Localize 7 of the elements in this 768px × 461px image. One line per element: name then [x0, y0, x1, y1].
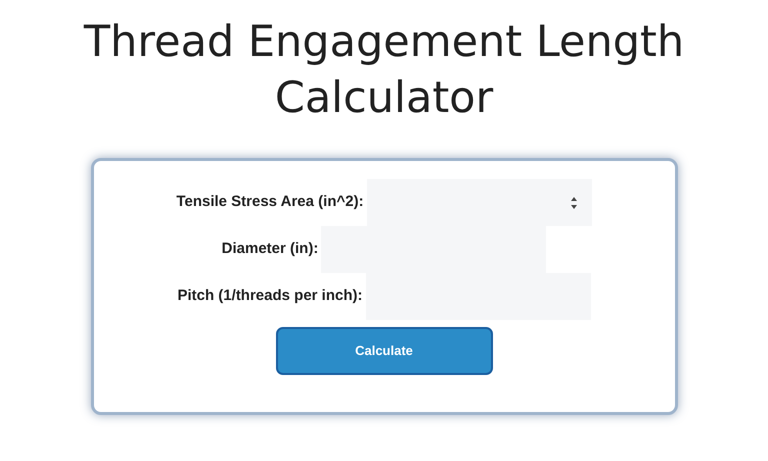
spinner-icon[interactable]	[570, 194, 578, 210]
calculate-button[interactable]: Calculate	[276, 327, 492, 375]
input-field[interactable]	[366, 179, 592, 226]
field-label: Pitch (1/threads per inch):	[177, 286, 363, 306]
field-label: Diameter (in):	[222, 239, 318, 260]
page-title: Thread Engagement Length Calculator	[82, 16, 686, 125]
field-label: Tensile Stress Area (in^2):	[176, 192, 364, 212]
